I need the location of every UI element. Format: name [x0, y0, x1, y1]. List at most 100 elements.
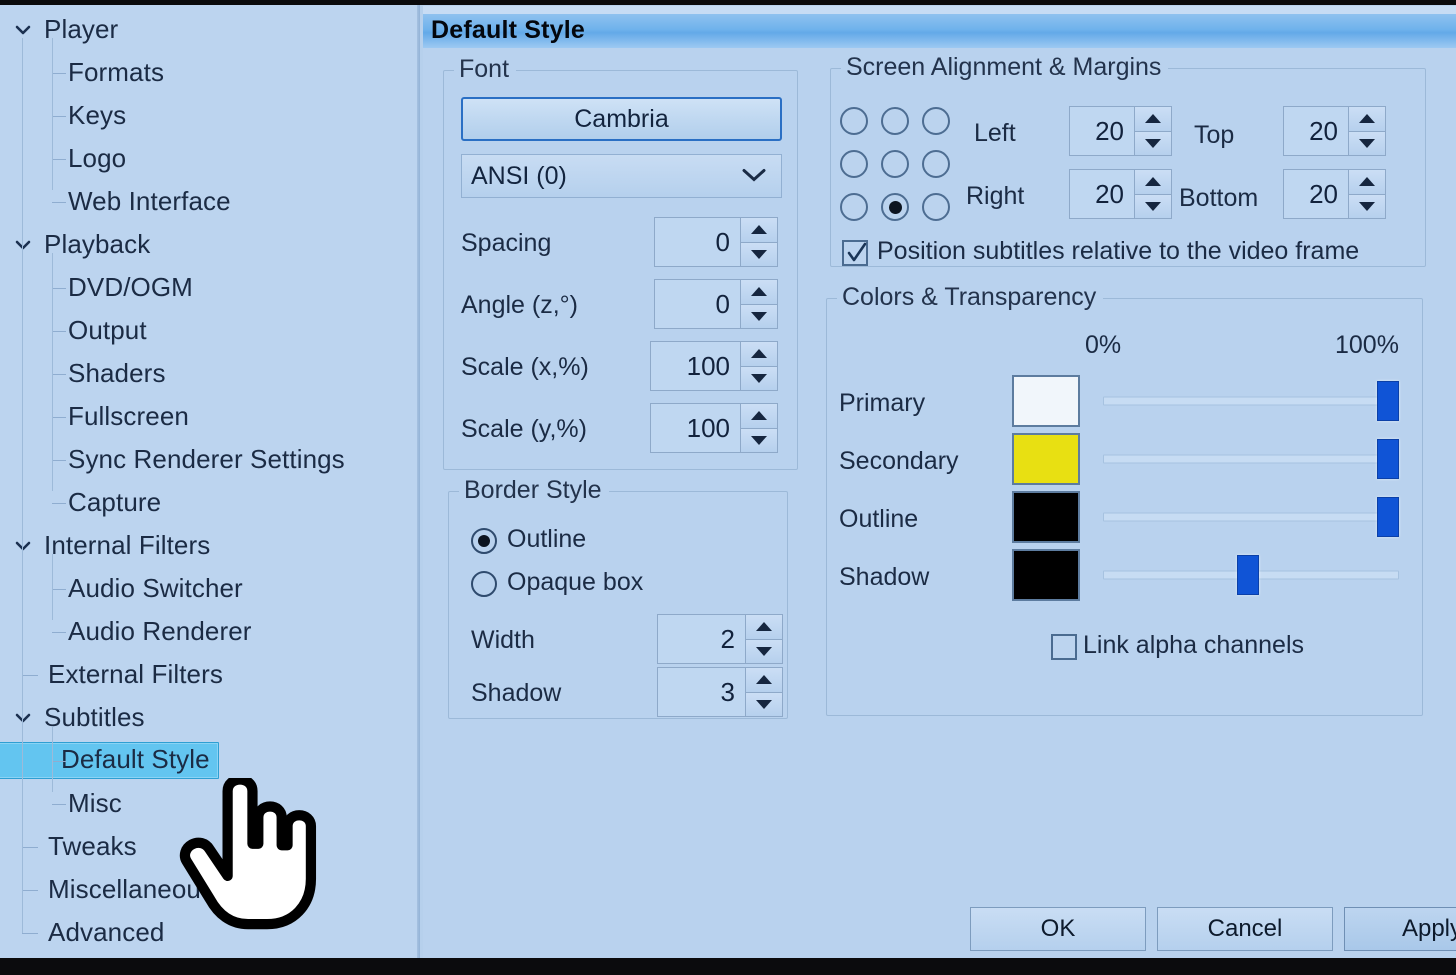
- alpha-slider-primary[interactable]: [1103, 381, 1399, 421]
- margin-bottom-spinner-increment[interactable]: [1348, 169, 1386, 194]
- margin-left-spinner[interactable]: 20: [1069, 106, 1172, 156]
- alignment-radio-bottom-right[interactable]: [922, 193, 950, 221]
- sidebar-item-advanced[interactable]: Advanced: [0, 911, 420, 954]
- color-swatch-primary[interactable]: [1012, 375, 1080, 427]
- margin-top-spinner-value[interactable]: 20: [1283, 106, 1348, 156]
- sidebar-item-audio-switcher[interactable]: Audio Switcher: [0, 567, 420, 610]
- sidebar-item-fullscreen[interactable]: Fullscreen: [0, 395, 420, 438]
- alignment-radio-bottom-center[interactable]: [881, 193, 909, 221]
- font-field-angle-z-spinner[interactable]: 0: [654, 279, 778, 329]
- font-name-button[interactable]: Cambria: [461, 97, 782, 141]
- margin-right-spinner-increment[interactable]: [1134, 169, 1172, 194]
- alpha-slider-track[interactable]: [1103, 454, 1399, 464]
- border-field-shadow-spinner-value[interactable]: 3: [657, 667, 745, 717]
- margin-left-spinner-value[interactable]: 20: [1069, 106, 1134, 156]
- cancel-button[interactable]: Cancel: [1157, 907, 1333, 951]
- font-field-angle-z-spinner-value[interactable]: 0: [654, 279, 740, 329]
- sidebar-item-output[interactable]: Output: [0, 309, 420, 352]
- border-field-shadow-spinner[interactable]: 3: [657, 667, 783, 717]
- font-field-spacing-spinner-decrement[interactable]: [740, 241, 778, 267]
- border-field-width-spinner-value[interactable]: 2: [657, 614, 745, 664]
- alpha-slider-track[interactable]: [1103, 396, 1399, 406]
- border-field-width-spinner-stepper[interactable]: [745, 614, 783, 664]
- alignment-radio-top-left[interactable]: [840, 107, 868, 135]
- alpha-slider-secondary[interactable]: [1103, 439, 1399, 479]
- settings-navigation-tree[interactable]: Player Formats Keys Logo Web Interface Playba…: [0, 0, 420, 962]
- chevron-down-icon[interactable]: [14, 537, 32, 555]
- font-field-spacing-spinner-increment[interactable]: [740, 217, 778, 242]
- alpha-slider-shadow[interactable]: [1103, 555, 1399, 595]
- sidebar-item-formats[interactable]: Formats: [0, 51, 420, 94]
- sidebar-item-internal-filters[interactable]: Internal Filters: [0, 524, 420, 567]
- font-field-spacing-spinner-value[interactable]: 0: [654, 217, 740, 267]
- margin-top-spinner[interactable]: 20: [1283, 106, 1386, 156]
- font-field-spacing-spinner[interactable]: 0: [654, 217, 778, 267]
- border-field-width-spinner-increment[interactable]: [745, 614, 783, 639]
- margin-top-spinner-stepper[interactable]: [1348, 106, 1386, 156]
- margin-right-spinner-decrement[interactable]: [1134, 193, 1172, 219]
- alignment-radio-middle-left[interactable]: [840, 150, 868, 178]
- margin-bottom-spinner-decrement[interactable]: [1348, 193, 1386, 219]
- font-field-scale-y-spinner-increment[interactable]: [740, 403, 778, 428]
- margin-bottom-spinner-value[interactable]: 20: [1283, 169, 1348, 219]
- margin-right-spinner-stepper[interactable]: [1134, 169, 1172, 219]
- sidebar-item-external-filters[interactable]: External Filters: [0, 653, 420, 696]
- alignment-radio-top-right[interactable]: [922, 107, 950, 135]
- font-field-scale-y-spinner-stepper[interactable]: [740, 403, 778, 453]
- sidebar-item-web-interface[interactable]: Web Interface: [0, 180, 420, 223]
- margin-right-spinner[interactable]: 20: [1069, 169, 1172, 219]
- font-field-spacing-spinner-stepper[interactable]: [740, 217, 778, 267]
- font-field-scale-y-spinner-value[interactable]: 100: [650, 403, 740, 453]
- font-field-scale-x-spinner-increment[interactable]: [740, 341, 778, 366]
- alignment-radio-middle-center[interactable]: [881, 150, 909, 178]
- font-field-angle-z-spinner-decrement[interactable]: [740, 303, 778, 329]
- sidebar-item-misc[interactable]: Misc: [0, 782, 420, 825]
- sidebar-item-keys[interactable]: Keys: [0, 94, 420, 137]
- border-style-radio-outline[interactable]: [471, 528, 497, 554]
- chevron-down-icon[interactable]: [14, 709, 32, 727]
- font-field-scale-x-spinner-stepper[interactable]: [740, 341, 778, 391]
- sidebar-item-capture[interactable]: Capture: [0, 481, 420, 524]
- border-field-shadow-spinner-decrement[interactable]: [745, 691, 783, 717]
- alpha-slider-thumb[interactable]: [1377, 439, 1399, 479]
- sidebar-item-logo[interactable]: Logo: [0, 137, 420, 180]
- margin-top-spinner-decrement[interactable]: [1348, 130, 1386, 156]
- border-field-shadow-spinner-increment[interactable]: [745, 667, 783, 692]
- font-field-scale-y-spinner-decrement[interactable]: [740, 427, 778, 453]
- color-swatch-secondary[interactable]: [1012, 433, 1080, 485]
- margin-bottom-spinner-stepper[interactable]: [1348, 169, 1386, 219]
- sidebar-item-subtitles[interactable]: Subtitles: [0, 696, 420, 739]
- sidebar-item-dvd-ogm[interactable]: DVD/OGM: [0, 266, 420, 309]
- chevron-down-icon[interactable]: [14, 21, 32, 39]
- sidebar-item-shaders[interactable]: Shaders: [0, 352, 420, 395]
- alignment-radio-middle-right[interactable]: [922, 150, 950, 178]
- border-style-radio-opaque-box[interactable]: [471, 571, 497, 597]
- apply-button[interactable]: Apply: [1344, 907, 1456, 951]
- font-field-scale-x-spinner-decrement[interactable]: [740, 365, 778, 391]
- border-field-width-spinner[interactable]: 2: [657, 614, 783, 664]
- color-swatch-shadow[interactable]: [1012, 549, 1080, 601]
- font-field-angle-z-spinner-stepper[interactable]: [740, 279, 778, 329]
- margin-left-spinner-stepper[interactable]: [1134, 106, 1172, 156]
- border-field-shadow-spinner-stepper[interactable]: [745, 667, 783, 717]
- font-field-scale-x-spinner-value[interactable]: 100: [650, 341, 740, 391]
- chevron-down-icon[interactable]: [14, 236, 32, 254]
- margin-right-spinner-value[interactable]: 20: [1069, 169, 1134, 219]
- ok-button[interactable]: OK: [970, 907, 1146, 951]
- position-relative-checkbox[interactable]: [842, 240, 868, 266]
- alignment-radio-bottom-left[interactable]: [840, 193, 868, 221]
- sidebar-item-tweaks[interactable]: Tweaks: [0, 825, 420, 868]
- link-alpha-checkbox[interactable]: [1051, 634, 1077, 660]
- margin-left-spinner-decrement[interactable]: [1134, 130, 1172, 156]
- font-field-scale-y-spinner[interactable]: 100: [650, 403, 778, 453]
- sidebar-item-audio-renderer[interactable]: Audio Renderer: [0, 610, 420, 653]
- alpha-slider-track[interactable]: [1103, 512, 1399, 522]
- margin-top-spinner-increment[interactable]: [1348, 106, 1386, 131]
- sidebar-item-sync-renderer-settings[interactable]: Sync Renderer Settings: [0, 438, 420, 481]
- border-field-width-spinner-decrement[interactable]: [745, 638, 783, 664]
- font-field-scale-x-spinner[interactable]: 100: [650, 341, 778, 391]
- margin-left-spinner-increment[interactable]: [1134, 106, 1172, 131]
- alpha-slider-outline[interactable]: [1103, 497, 1399, 537]
- color-swatch-outline[interactable]: [1012, 491, 1080, 543]
- alpha-slider-thumb[interactable]: [1237, 555, 1260, 595]
